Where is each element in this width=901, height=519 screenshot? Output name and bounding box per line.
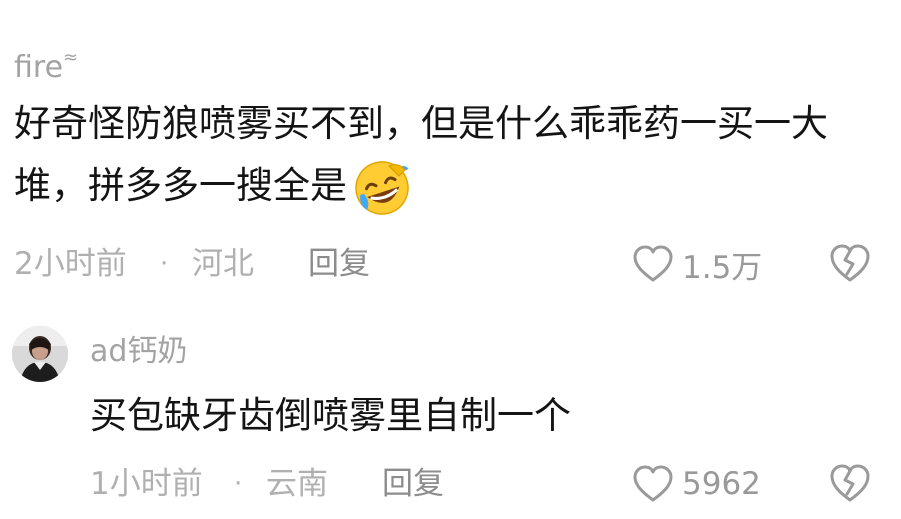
comment-item: fire≈ 好奇怪防狼喷雾买不到，但是什么乖乖药一买一大堆，拼多多一搜全是 2小… bbox=[0, 0, 901, 300]
reply-button[interactable]: 回复 bbox=[382, 462, 444, 506]
rofl-crying-emoji-icon bbox=[347, 154, 417, 216]
heart-outline-icon bbox=[633, 245, 673, 282]
comment-location: 河北 bbox=[192, 246, 254, 282]
comment-meta: 1小时前 · 云南 回复 5962 bbox=[0, 462, 901, 506]
like-count: 1.5万 bbox=[682, 249, 763, 286]
comment-meta: 2小时前 · 河北 回复 1.5万 bbox=[0, 242, 901, 286]
like-count: 5962 bbox=[682, 466, 761, 502]
comment-username[interactable]: ad钙奶 bbox=[90, 334, 187, 370]
comment-location: 云南 bbox=[266, 466, 328, 502]
reply-button[interactable]: 回复 bbox=[308, 242, 370, 286]
username-badge: ≈ bbox=[63, 47, 79, 68]
avatar[interactable] bbox=[12, 326, 68, 382]
meta-separator: · bbox=[160, 249, 169, 279]
heart-outline-icon bbox=[633, 465, 673, 502]
comment-text-content: 买包缺牙齿倒喷雾里自制一个 bbox=[90, 394, 571, 437]
like-button[interactable]: 1.5万 bbox=[632, 242, 762, 286]
comment-item: ad钙奶 买包缺牙齿倒喷雾里自制一个 1小时前 · 云南 回复 5962 bbox=[0, 300, 901, 519]
comment-text: 买包缺牙齿倒喷雾里自制一个 bbox=[90, 384, 870, 448]
meta-separator: · bbox=[234, 469, 243, 499]
comment-time: 1小时前 bbox=[90, 466, 203, 502]
broken-heart-icon bbox=[830, 244, 870, 282]
comment-list: { "comments": [ { "username": "fire", "u… bbox=[0, 0, 901, 519]
comment-time: 2小时前 bbox=[14, 246, 127, 282]
dislike-button[interactable] bbox=[828, 462, 872, 506]
dislike-button[interactable] bbox=[828, 242, 872, 286]
username-text: ad钙奶 bbox=[90, 334, 188, 369]
comment-text-content: 好奇怪防狼喷雾买不到，但是什么乖乖药一买一大堆，拼多多一搜全是 bbox=[14, 102, 828, 207]
comment-text: 好奇怪防狼喷雾买不到，但是什么乖乖药一买一大堆，拼多多一搜全是 bbox=[14, 94, 884, 216]
broken-heart-icon bbox=[830, 464, 870, 502]
like-button[interactable]: 5962 bbox=[632, 462, 761, 506]
comment-username[interactable]: fire≈ bbox=[14, 40, 78, 86]
username-text: fire bbox=[14, 50, 64, 85]
